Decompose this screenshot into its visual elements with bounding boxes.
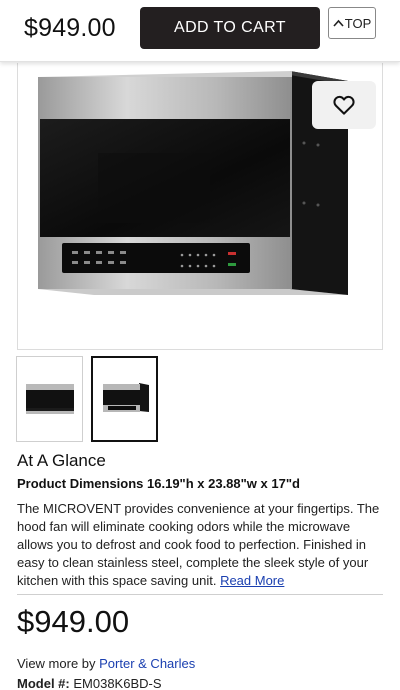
product-price: $949.00	[17, 604, 130, 639]
add-to-cart-button[interactable]: ADD TO CART	[140, 7, 320, 49]
header-price: $949.00	[24, 14, 116, 42]
main-product-image[interactable]	[17, 63, 383, 350]
view-more-by: View more by Porter & Charles	[17, 656, 195, 671]
product-description: The MICROVENT provides convenience at yo…	[17, 500, 387, 590]
heart-icon	[333, 95, 355, 115]
model-value: EM038K6BD-S	[73, 676, 162, 690]
thumbnail-image	[103, 383, 149, 412]
favorite-button[interactable]	[312, 81, 376, 129]
back-to-top-button[interactable]: TOP	[328, 7, 376, 39]
thumbnail-front[interactable]	[16, 356, 83, 442]
sticky-header: $949.00 ADD TO CART TOP	[0, 0, 400, 62]
description-text: The MICROVENT provides convenience at yo…	[17, 501, 380, 588]
thumbnail-image	[26, 384, 74, 414]
section-heading: At A Glance	[17, 451, 106, 470]
read-more-link[interactable]: Read More	[220, 573, 284, 588]
view-more-label: View more by	[17, 656, 96, 671]
back-to-top-label: TOP	[344, 15, 372, 31]
product-dimensions: Product Dimensions 16.19"h x 23.88"w x 1…	[17, 476, 300, 491]
divider	[17, 594, 383, 595]
model-number: Model #: EM038K6BD-S	[17, 676, 162, 690]
brand-link[interactable]: Porter & Charles	[99, 656, 195, 671]
chevron-up-icon	[333, 19, 344, 27]
model-label: Model #:	[17, 676, 70, 690]
thumbnail-angled[interactable]	[91, 356, 158, 442]
